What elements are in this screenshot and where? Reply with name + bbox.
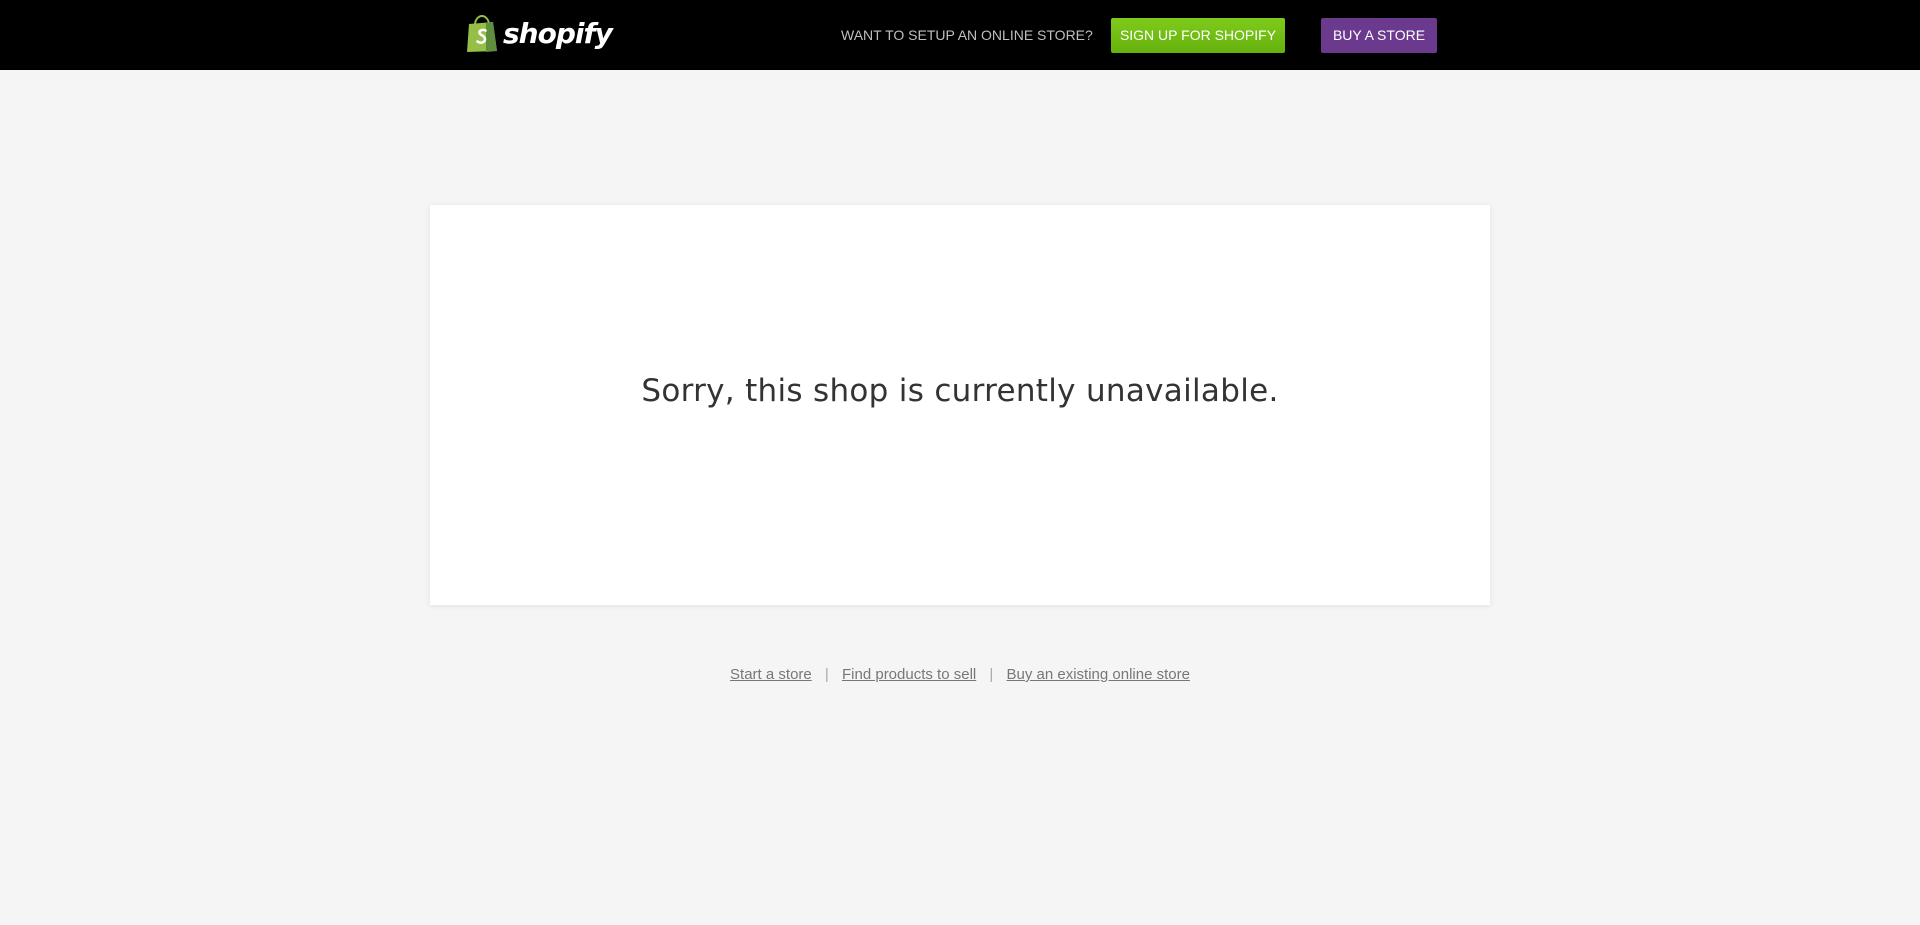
logo-wordmark: shopify	[503, 17, 613, 50]
signup-button[interactable]: SIGN UP FOR SHOPIFY	[1111, 18, 1285, 53]
link-separator: |	[824, 666, 829, 683]
unavailable-message: Sorry, this shop is currently unavailabl…	[641, 373, 1279, 409]
shopping-bag-icon	[467, 15, 497, 52]
shopify-logo[interactable]: shopify	[466, 15, 613, 53]
buy-existing-store-link[interactable]: Buy an existing online store	[1006, 666, 1189, 683]
message-card: Sorry, this shop is currently unavailabl…	[430, 205, 1490, 605]
buy-store-button[interactable]: BUY A STORE	[1321, 18, 1437, 53]
link-separator: |	[989, 666, 994, 683]
top-nav-bar: shopify WANT TO SETUP AN ONLINE STORE? S…	[0, 0, 1920, 70]
setup-store-prompt: WANT TO SETUP AN ONLINE STORE?	[841, 27, 1093, 43]
start-store-link[interactable]: Start a store	[730, 666, 812, 683]
find-products-link[interactable]: Find products to sell	[842, 666, 976, 683]
footer-links: Start a store | Find products to sell | …	[0, 666, 1920, 683]
